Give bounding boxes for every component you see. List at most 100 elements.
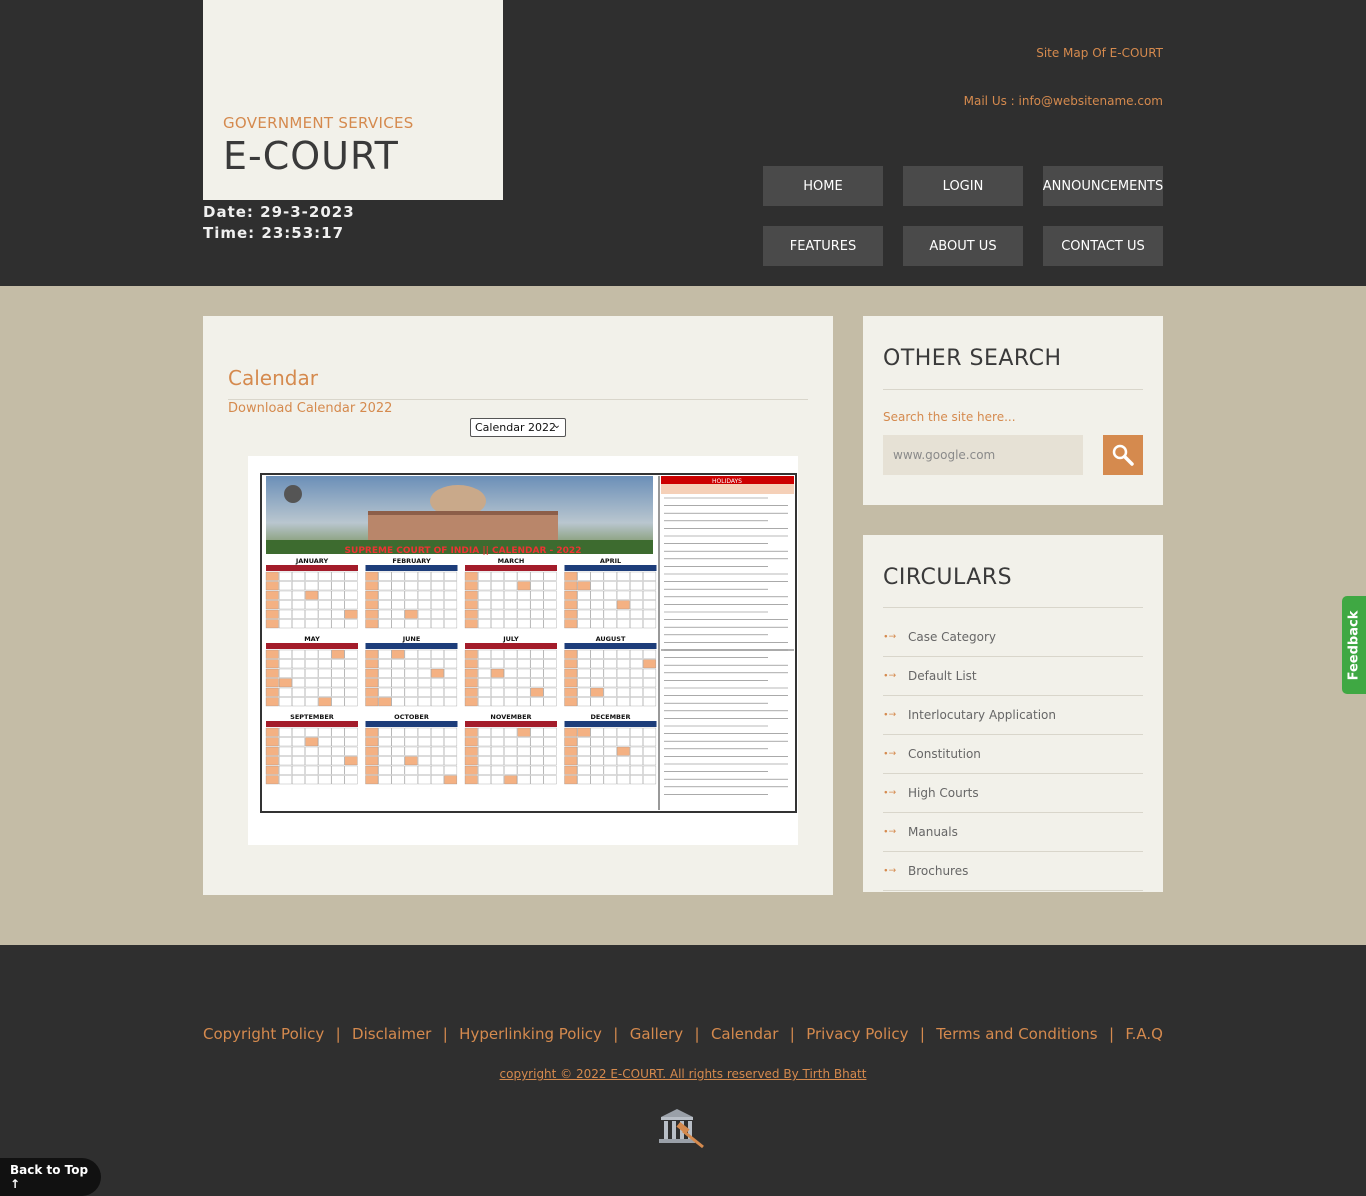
day-cell: [365, 687, 379, 697]
footer-link[interactable]: F.A.Q: [1125, 1025, 1163, 1043]
day-cell: [643, 581, 657, 591]
day-cell: [365, 581, 379, 591]
day-cell: [278, 659, 292, 669]
day-cell: [517, 609, 531, 619]
day-cell: [391, 727, 405, 737]
calendar-panel: Calendar Download Calendar 2022 Calendar…: [203, 316, 833, 895]
day-cell: [543, 600, 557, 610]
day-cell: [504, 737, 518, 747]
footer: Copyright Policy | Disclaimer | Hyperlinking…: [0, 945, 1366, 1196]
search-input[interactable]: [883, 435, 1083, 475]
circular-item[interactable]: ∙→ Brochures: [883, 852, 1143, 891]
circular-item[interactable]: ∙→ Constitution: [883, 735, 1143, 774]
day-cell: [603, 609, 617, 619]
circular-item[interactable]: ∙→ Interlocutary Application: [883, 696, 1143, 735]
search-button[interactable]: [1103, 435, 1143, 475]
day-cell: [444, 746, 458, 756]
day-cell: [265, 727, 279, 737]
copyright-link[interactable]: copyright © 2022 E-COURT. All rights res…: [0, 1067, 1366, 1081]
day-cell: [378, 600, 392, 610]
nav-login-button[interactable]: LOGIN: [903, 166, 1023, 206]
day-cell: [543, 649, 557, 659]
footer-separator: |: [694, 1025, 700, 1043]
day-cell: [543, 659, 557, 669]
footer-link[interactable]: Gallery: [630, 1025, 683, 1043]
day-cell: [431, 737, 444, 747]
day-cell: [417, 581, 431, 591]
day-cell: [265, 668, 279, 678]
nav-announcements-button[interactable]: ANNOUNCEMENTS: [1043, 166, 1163, 206]
footer-link[interactable]: Hyperlinking Policy: [459, 1025, 602, 1043]
footer-link[interactable]: Terms and Conditions: [936, 1025, 1097, 1043]
footer-link[interactable]: Disclaimer: [352, 1025, 431, 1043]
day-cell: [378, 687, 392, 697]
feedback-tab[interactable]: Feedback: [1342, 596, 1366, 694]
day-cell: [305, 737, 319, 747]
circular-item[interactable]: ∙→ High Courts: [883, 774, 1143, 813]
header: GOVERNMENT SERVICES E-COURT Date: 29-3-2…: [0, 0, 1366, 286]
day-cell: [464, 659, 478, 669]
day-cell: [491, 619, 504, 629]
day-cell: [365, 737, 379, 747]
day-cell: [431, 756, 444, 766]
back-to-top-button[interactable]: Back to Top ↑: [0, 1158, 101, 1196]
nav-contact-button[interactable]: CONTACT US: [1043, 226, 1163, 266]
day-cell: [504, 765, 518, 775]
day-cell: [265, 571, 279, 581]
nav-about-button[interactable]: ABOUT US: [903, 226, 1023, 266]
day-cell: [318, 678, 332, 688]
day-cell: [365, 609, 379, 619]
day-cell: [464, 727, 478, 737]
day-cell: [378, 697, 392, 707]
day-cell: [331, 668, 345, 678]
footer-link[interactable]: Calendar: [711, 1025, 778, 1043]
day-cell: [278, 649, 292, 659]
circular-item[interactable]: ∙→ Case Category: [883, 618, 1143, 657]
day-cell: [265, 746, 279, 756]
day-cell: [616, 737, 630, 747]
day-cell: [318, 619, 332, 629]
day-cell: [603, 659, 617, 669]
footer-link[interactable]: Copyright Policy: [203, 1025, 324, 1043]
month-header: [266, 565, 358, 571]
day-cell: [331, 619, 345, 629]
day-cell: [464, 756, 478, 766]
day-cell: [491, 581, 504, 591]
day-cell: [464, 765, 478, 775]
day-cell: [643, 775, 657, 785]
sitemap-link[interactable]: Site Map Of E-COURT: [1036, 46, 1163, 60]
day-cell: [391, 649, 405, 659]
nav-features-button[interactable]: FEATURES: [763, 226, 883, 266]
day-cell: [417, 609, 431, 619]
logo[interactable]: GOVERNMENT SERVICES E-COURT: [203, 0, 503, 200]
day-cell: [344, 609, 358, 619]
day-cell: [543, 687, 557, 697]
day-cell: [292, 746, 305, 756]
day-cell: [318, 659, 332, 669]
day-cell: [305, 687, 319, 697]
calendar-select[interactable]: Calendar 2022 ⌄: [470, 418, 566, 437]
footer-link[interactable]: Privacy Policy: [806, 1025, 908, 1043]
day-cell: [630, 659, 643, 669]
day-cell: [543, 581, 557, 591]
day-cell: [444, 727, 458, 737]
day-cell: [278, 756, 292, 766]
day-cell: [464, 687, 478, 697]
nav-home-button[interactable]: HOME: [763, 166, 883, 206]
day-cell: [564, 600, 578, 610]
download-calendar-link[interactable]: Download Calendar 2022: [228, 401, 392, 416]
day-cell: [417, 619, 431, 629]
day-cell: [630, 756, 643, 766]
day-cell: [643, 619, 657, 629]
day-cell: [391, 746, 405, 756]
circular-item[interactable]: ∙→ Manuals: [883, 813, 1143, 852]
day-cell: [318, 687, 332, 697]
day-cell: [344, 756, 358, 766]
day-cell: [305, 756, 319, 766]
day-cell: [477, 581, 491, 591]
day-cell: [417, 600, 431, 610]
day-cell: [444, 678, 458, 688]
mail-link[interactable]: Mail Us : info@websitename.com: [964, 94, 1163, 108]
circular-item[interactable]: ∙→ Default List: [883, 657, 1143, 696]
day-cell: [431, 581, 444, 591]
